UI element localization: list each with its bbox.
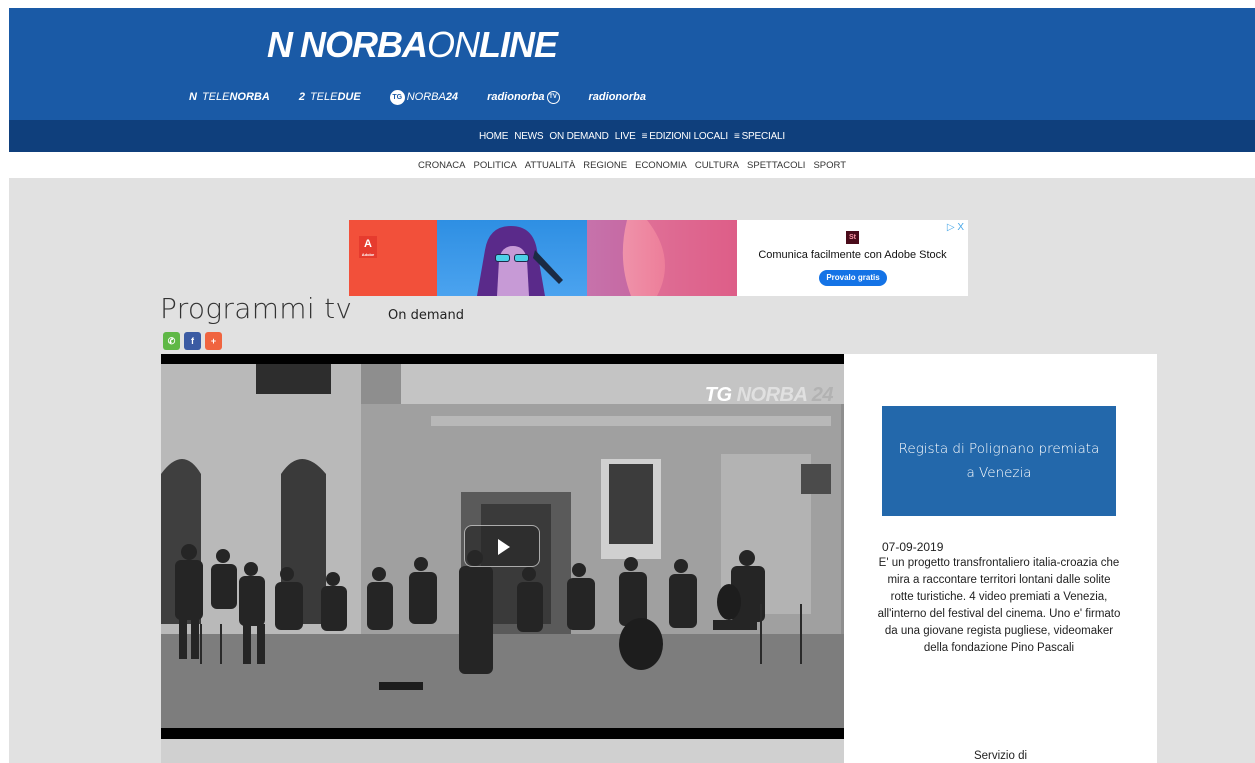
video-credit: Servizio di (973, 750, 1028, 762)
nav-speciali[interactable]: ≡ SPECIALI (734, 131, 785, 142)
menu-icon: ≡ (733, 130, 740, 142)
nav-home[interactable]: HOME (479, 131, 508, 142)
page-title: Programmi tv (160, 292, 353, 325)
nav-live[interactable]: LIVE (615, 131, 636, 142)
video-description: E' un progetto transfrontaliero italia-c… (877, 557, 1121, 654)
teledue-logo-icon: 2 (298, 91, 305, 103)
ad-cta-button[interactable]: Provalo gratis (819, 270, 887, 286)
tg-norba24-watermark: TG NORBA 24 (704, 384, 834, 406)
video-title-box: Regista di Polignano premiata a Venezia (882, 406, 1116, 516)
main-nav: HOME NEWS ON DEMAND LIVE ≡ EDIZIONI LOCAL… (9, 120, 1255, 152)
ad-text-panel: ▷ X St Comunica facilmente con Adobe Sto… (737, 220, 968, 296)
section-cultura[interactable]: CULTURA (695, 160, 739, 171)
section-attualita[interactable]: ATTUALITÀ (525, 160, 576, 171)
section-regione[interactable]: REGIONE (583, 160, 627, 171)
channel-radionorba[interactable]: radionorba (589, 91, 646, 103)
nav-edizioni-locali[interactable]: ≡ EDIZIONI LOCALI (641, 130, 729, 142)
telenorba-logo-icon: N (189, 91, 197, 103)
video-date: 07-09-2019 (882, 540, 944, 554)
ad-brand-panel: A Adobe (349, 220, 437, 296)
share-bar: ✆ f + (163, 332, 226, 350)
whatsapp-share-icon[interactable]: ✆ (163, 332, 180, 350)
site-header: N NORBAONLINE N TELE NORBA 2 TELE DUE TG NO… (9, 8, 1255, 120)
ad-banner[interactable]: A Adobe ▷ X St Comunica facilmente con Ad… (349, 220, 968, 296)
video-caption-strip (161, 739, 845, 763)
section-economia[interactable]: ECONOMIA (635, 160, 687, 171)
menu-icon: ≡ (641, 130, 648, 142)
ad-headline: Comunica facilmente con Adobe Stock (758, 249, 947, 261)
adobe-stock-logo-icon: St (846, 231, 859, 244)
section-cronaca[interactable]: CRONACA (418, 160, 466, 171)
channel-telenorba[interactable]: N TELE NORBA (189, 91, 270, 103)
more-share-icon[interactable]: + (205, 332, 222, 350)
nav-on-demand[interactable]: ON DEMAND (549, 131, 609, 142)
section-spettacoli[interactable]: SPETTACOLI (747, 160, 805, 171)
section-politica[interactable]: POLITICA (474, 160, 517, 171)
page: N NORBAONLINE N TELE NORBA 2 TELE DUE TG NO… (9, 8, 1255, 763)
channel-teledue[interactable]: 2 TELE DUE (299, 91, 361, 103)
channel-norba24[interactable]: TG NORBA 24 (389, 89, 458, 105)
tg-logo-icon: TG (389, 89, 405, 105)
tv-icon: TV (546, 90, 560, 104)
facebook-share-icon[interactable]: f (184, 332, 201, 350)
ad-image-texture (587, 220, 737, 296)
ad-image-portrait (437, 220, 587, 296)
ad-choices-close-icon[interactable]: ▷ X (947, 222, 964, 233)
norba-logo-icon: N (267, 24, 293, 65)
page-subtitle[interactable]: On demand (388, 308, 464, 323)
section-nav: CRONACA POLITICA ATTUALITÀ REGIONE ECONO… (9, 152, 1255, 178)
section-sport[interactable]: SPORT (813, 160, 846, 171)
channel-radionorba-tv[interactable]: radionorba TV (487, 90, 560, 104)
site-logo[interactable]: N NORBAONLINE (267, 24, 558, 66)
video-player[interactable]: TG NORBA 24 (161, 354, 845, 739)
channel-bar: N TELE NORBA 2 TELE DUE TG NORBA 24 radiono… (189, 88, 675, 106)
play-button[interactable] (464, 525, 540, 567)
adobe-logo-icon: A Adobe (359, 236, 377, 258)
video-info-sidebar: Regista di Polignano premiata a Venezia … (844, 354, 1157, 763)
nav-news[interactable]: NEWS (514, 131, 543, 142)
